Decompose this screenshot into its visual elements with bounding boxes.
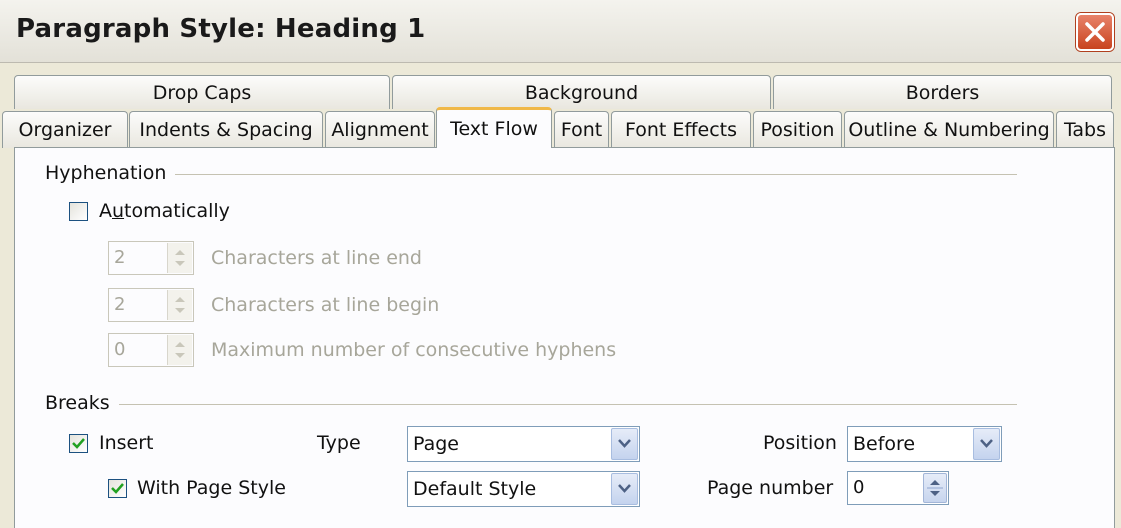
- type-select-value: Page: [413, 433, 459, 455]
- tab-organizer[interactable]: Organizer: [2, 111, 128, 148]
- tab-tabs[interactable]: Tabs: [1056, 111, 1114, 148]
- type-select[interactable]: Page: [407, 426, 640, 462]
- page-number-value: 0: [853, 477, 865, 498]
- position-label: Position: [763, 432, 837, 454]
- position-select[interactable]: Before: [847, 426, 1002, 462]
- paragraph-style-dialog: Paragraph Style: Heading 1 Drop Caps Bac…: [0, 0, 1121, 528]
- tab-position[interactable]: Position: [753, 111, 842, 148]
- tab-alignment[interactable]: Alignment: [325, 111, 435, 148]
- tab-text-flow[interactable]: Text Flow: [436, 107, 552, 148]
- tab-borders[interactable]: Borders: [773, 75, 1112, 109]
- automatically-label-rest: tomatically: [124, 200, 230, 222]
- title-bar: Paragraph Style: Heading 1: [0, 0, 1121, 63]
- hyphenation-divider: [175, 174, 1017, 175]
- chars-line-end-label: Characters at line end: [211, 247, 422, 269]
- spin-arrows-icon: [175, 297, 185, 313]
- automatically-checkbox[interactable]: [69, 202, 88, 221]
- breaks-heading: Breaks: [45, 392, 116, 414]
- spin-arrows-icon: [175, 250, 185, 266]
- page-style-select-value: Default Style: [413, 478, 537, 500]
- chevron-down-icon: [980, 439, 993, 448]
- page-number-spin-buttons[interactable]: [923, 473, 947, 503]
- page-style-select[interactable]: Default Style: [407, 471, 640, 507]
- checkmark-icon: [72, 438, 85, 449]
- automatically-label: Automatically: [99, 200, 230, 222]
- tab-row-2: Organizer Indents & Spacing Alignment Te…: [2, 107, 1115, 148]
- checkmark-icon: [111, 483, 124, 494]
- max-hyphens-spinner[interactable]: 0: [108, 333, 194, 367]
- tab-outline-numbering[interactable]: Outline & Numbering: [844, 111, 1054, 148]
- position-select-value: Before: [853, 433, 916, 455]
- page-number-label: Page number: [707, 477, 834, 499]
- max-hyphens-label: Maximum number of consecutive hyphens: [211, 339, 617, 361]
- close-button[interactable]: [1076, 13, 1114, 51]
- chars-line-end-spinner[interactable]: 2: [108, 241, 194, 275]
- spinner-buttons[interactable]: [167, 335, 192, 365]
- spin-arrows-icon: [927, 480, 943, 496]
- chevron-down-icon: [618, 484, 631, 493]
- tab-row-1: Drop Caps Background Borders: [14, 75, 1115, 109]
- type-dropdown-button[interactable]: [611, 428, 638, 460]
- tab-indents-spacing[interactable]: Indents & Spacing: [129, 111, 323, 148]
- page-number-spinner[interactable]: 0: [847, 471, 949, 505]
- close-icon: [1085, 22, 1105, 42]
- insert-label: Insert: [99, 432, 154, 454]
- max-hyphens-value: 0: [114, 339, 126, 360]
- with-page-style-label: With Page Style: [137, 477, 286, 499]
- spin-arrows-icon: [175, 342, 185, 358]
- type-label: Type: [317, 432, 361, 454]
- chevron-down-icon: [618, 439, 631, 448]
- chars-line-begin-spinner[interactable]: 2: [108, 288, 194, 322]
- insert-checkbox[interactable]: [69, 434, 88, 453]
- text-flow-panel: Hyphenation Automatically 2 Characters a…: [14, 147, 1115, 528]
- tab-font[interactable]: Font: [554, 111, 609, 148]
- position-dropdown-button[interactable]: [973, 428, 1000, 460]
- tab-font-effects[interactable]: Font Effects: [611, 111, 751, 148]
- tab-background[interactable]: Background: [392, 75, 771, 109]
- chars-line-begin-label: Characters at line begin: [211, 294, 440, 316]
- page-style-dropdown-button[interactable]: [611, 473, 638, 505]
- chars-line-end-value: 2: [114, 247, 126, 268]
- hyphenation-heading: Hyphenation: [45, 162, 173, 184]
- with-page-style-checkbox[interactable]: [108, 479, 127, 498]
- spinner-buttons[interactable]: [167, 290, 192, 320]
- chars-line-begin-value: 2: [114, 294, 126, 315]
- breaks-divider: [119, 404, 1017, 405]
- dialog-title: Paragraph Style: Heading 1: [16, 14, 426, 44]
- tab-drop-caps[interactable]: Drop Caps: [14, 75, 390, 109]
- spinner-buttons[interactable]: [167, 243, 192, 273]
